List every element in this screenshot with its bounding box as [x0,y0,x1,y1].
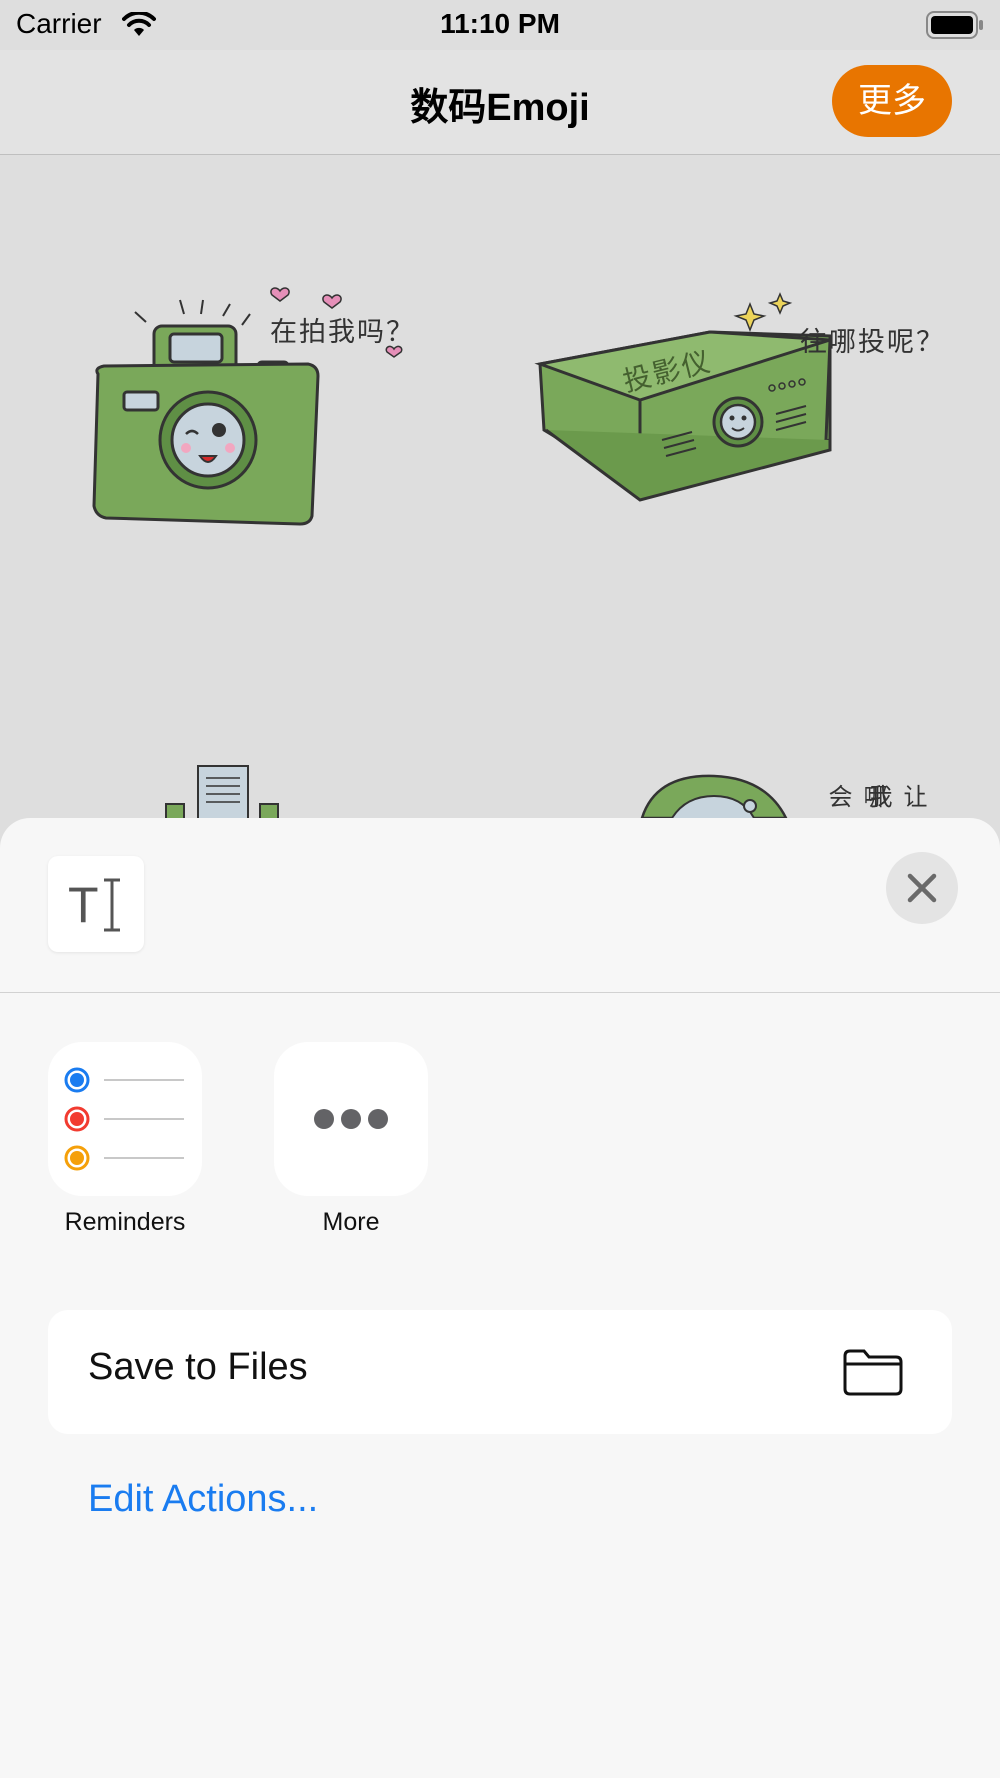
sticker-projector[interactable]: 投影仪 往哪投呢？ [530,290,970,510]
more-apps-label: More [322,1208,380,1236]
close-icon [907,873,937,903]
close-button[interactable] [886,852,958,924]
folder-icon [843,1349,903,1396]
more-button[interactable]: 更多 [832,65,952,137]
sticker-document[interactable] [160,764,300,827]
text-preview-thumbnail: T [48,856,144,952]
projector-caption: 往哪投呢？ [800,327,945,357]
speaker-caption-col2: 让我 [864,784,926,812]
save-to-files-action[interactable]: Save to Files [48,1310,952,1434]
status-bar: Carrier 11:10 PM [0,0,1000,50]
more-apps-button[interactable] [274,1042,428,1196]
document-sticker-image [165,765,279,827]
camera-sticker-image [92,287,403,526]
sticker-speaker[interactable]: 哪会 让我 [636,772,926,820]
sticker-camera[interactable]: 在拍我吗？ [80,270,440,530]
svg-text:T: T [68,877,99,933]
text-cursor-icon: T [68,877,120,933]
reminders-app-button[interactable] [48,1042,202,1196]
speaker-sticker-image [640,774,789,820]
share-sheet-header: T [0,818,1000,993]
save-to-files-label: Save to Files [88,1346,308,1388]
more-dots-icon [314,1109,388,1129]
reminders-icon [64,1067,184,1171]
reminders-app-label: Reminders [64,1208,186,1236]
edit-actions-link[interactable]: Edit Actions... [88,1478,318,1521]
navigation-bar: 数码Emoji 更多 [0,50,1000,155]
clock: 11:10 PM [440,8,560,39]
battery-icon [926,11,984,44]
share-sheet: T Reminders More Save to Files Edit Acti… [0,818,1000,1778]
camera-caption: 在拍我吗？ [270,317,415,347]
